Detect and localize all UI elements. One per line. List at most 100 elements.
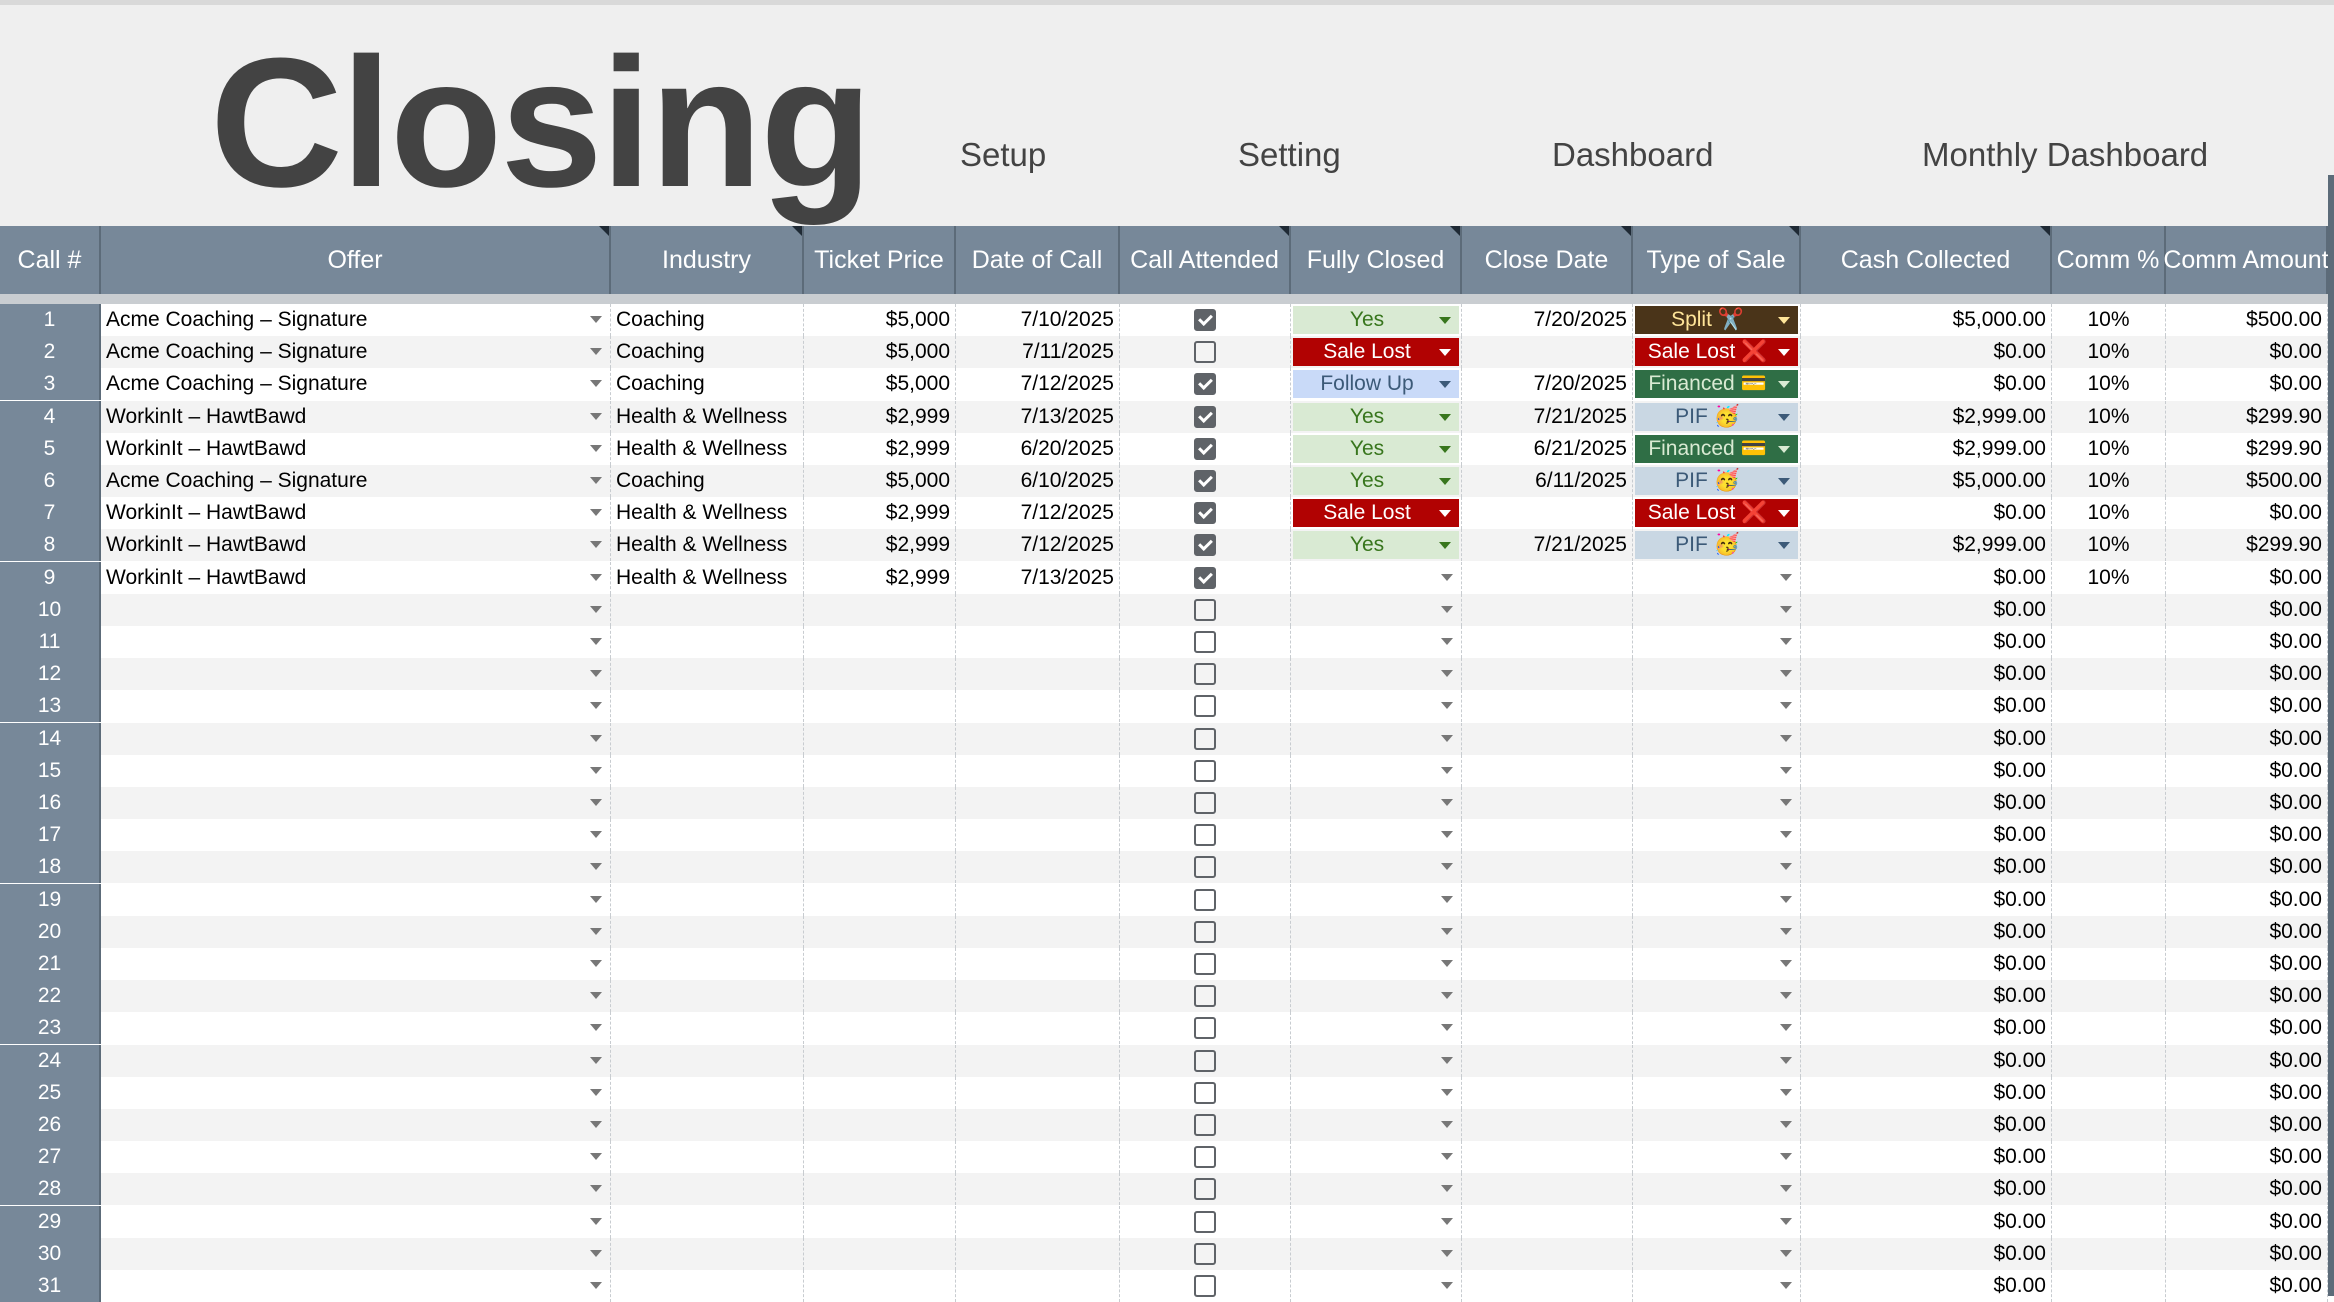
checkbox-icon[interactable] (1194, 1081, 1216, 1104)
cell-close-date[interactable] (1462, 1076, 1633, 1109)
checkbox-icon[interactable] (1194, 341, 1216, 364)
cell-fully-closed[interactable] (1291, 851, 1462, 884)
cell-industry[interactable]: Coaching (611, 336, 804, 369)
cell-call-attended[interactable] (1120, 980, 1291, 1013)
dropdown-arrow-icon[interactable] (590, 992, 602, 1000)
dropdown-arrow-icon[interactable] (590, 444, 602, 452)
cell-industry[interactable] (611, 948, 804, 980)
cell-fully-closed[interactable] (1291, 948, 1462, 980)
dropdown-arrow-icon[interactable] (1439, 445, 1451, 453)
cell-close-date[interactable] (1462, 851, 1633, 884)
cell-ticket-price[interactable] (804, 948, 956, 980)
cell-date-of-call[interactable] (956, 722, 1120, 755)
dropdown-arrow-icon[interactable] (590, 799, 602, 806)
cell-fully-closed[interactable] (1291, 1173, 1462, 1206)
cell-date-of-call[interactable]: 7/12/2025 (956, 529, 1120, 562)
cell-cash-collected[interactable]: $0.00 (1801, 626, 2052, 658)
cell-close-date[interactable] (1462, 1141, 1633, 1174)
col-header-fully-closed[interactable]: Fully Closed (1291, 226, 1462, 294)
cell-offer[interactable] (101, 915, 611, 948)
cell-cash-collected[interactable]: $0.00 (1801, 1044, 2052, 1077)
checkbox-icon[interactable] (1194, 985, 1216, 1008)
dropdown-arrow-icon[interactable] (1780, 670, 1792, 678)
cell-cash-collected[interactable]: $0.00 (1801, 497, 2052, 530)
dropdown-arrow-icon[interactable] (590, 1249, 602, 1257)
cell-call-attended[interactable] (1120, 948, 1291, 980)
cell-cash-collected[interactable]: $2,999.00 (1801, 432, 2052, 465)
cell-ticket-price[interactable]: $2,999 (804, 400, 956, 433)
cell-date-of-call[interactable] (956, 1044, 1120, 1077)
cell-offer[interactable] (101, 722, 611, 755)
cell-close-date[interactable] (1462, 1270, 1633, 1302)
cell-comm-percent[interactable]: 10% (2052, 561, 2166, 594)
status-chip[interactable]: PIF 🥳 (1635, 531, 1798, 560)
cell-comm-percent[interactable] (2052, 787, 2166, 819)
checkbox-icon[interactable] (1194, 759, 1216, 782)
dropdown-arrow-icon[interactable] (1780, 734, 1792, 742)
cell-type-of-sale[interactable] (1633, 1044, 1801, 1077)
cell-comm-amount[interactable]: $299.90 (2166, 529, 2328, 562)
cell-industry[interactable] (611, 1205, 804, 1238)
cell-type-of-sale[interactable] (1633, 1237, 1801, 1270)
cell-call-attended[interactable] (1120, 497, 1291, 530)
cell-date-of-call[interactable] (956, 819, 1120, 852)
cell-cash-collected[interactable]: $0.00 (1801, 658, 2052, 691)
cell-type-of-sale[interactable] (1633, 1173, 1801, 1206)
cell-date-of-call[interactable] (956, 915, 1120, 948)
cell-comm-percent[interactable] (2052, 1141, 2166, 1174)
dropdown-arrow-icon[interactable] (1441, 927, 1453, 935)
cell-offer[interactable]: Acme Coaching – Signature (101, 304, 611, 336)
status-chip[interactable]: Sale Lost ❌ (1635, 338, 1798, 367)
cell-industry[interactable] (611, 1141, 804, 1174)
checkbox-icon[interactable] (1194, 1242, 1216, 1265)
dropdown-arrow-icon[interactable] (1780, 1249, 1792, 1257)
cell-ticket-price[interactable] (804, 1109, 956, 1141)
cell-type-of-sale[interactable] (1633, 980, 1801, 1013)
cell-fully-closed[interactable]: Yes (1291, 465, 1462, 497)
dropdown-arrow-icon[interactable] (1439, 510, 1451, 518)
checkbox-icon[interactable] (1194, 1210, 1216, 1233)
cell-cash-collected[interactable]: $0.00 (1801, 368, 2052, 401)
dropdown-arrow-icon[interactable] (1441, 1153, 1453, 1161)
cell-call-attended[interactable] (1120, 658, 1291, 691)
cell-type-of-sale[interactable] (1633, 819, 1801, 852)
dropdown-arrow-icon[interactable] (590, 412, 602, 420)
dropdown-arrow-icon[interactable] (1778, 478, 1790, 485)
dropdown-arrow-icon[interactable] (590, 734, 602, 742)
dropdown-arrow-icon[interactable] (1441, 1282, 1453, 1289)
dropdown-arrow-icon[interactable] (590, 702, 602, 710)
cell-close-date[interactable] (1462, 1205, 1633, 1238)
dropdown-arrow-icon[interactable] (1439, 478, 1451, 485)
dropdown-arrow-icon[interactable] (1780, 1088, 1792, 1096)
cell-cash-collected[interactable]: $0.00 (1801, 1237, 2052, 1270)
dropdown-arrow-icon[interactable] (590, 1121, 602, 1128)
cell-type-of-sale[interactable] (1633, 1205, 1801, 1238)
cell-cash-collected[interactable]: $0.00 (1801, 787, 2052, 819)
col-header-call-number[interactable]: Call # (0, 226, 101, 294)
cell-fully-closed[interactable]: Follow Up (1291, 368, 1462, 401)
cell-call-attended[interactable] (1120, 851, 1291, 884)
cell-cash-collected[interactable]: $0.00 (1801, 915, 2052, 948)
cell-ticket-price[interactable] (804, 1044, 956, 1077)
cell-ticket-price[interactable] (804, 980, 956, 1013)
checkbox-checked-icon[interactable] (1194, 405, 1216, 428)
cell-close-date[interactable] (1462, 722, 1633, 755)
dropdown-arrow-icon[interactable] (590, 509, 602, 517)
status-chip[interactable]: Yes (1293, 402, 1459, 431)
cell-call-attended[interactable] (1120, 1076, 1291, 1109)
dropdown-arrow-icon[interactable] (1780, 1153, 1792, 1161)
cell-fully-closed[interactable] (1291, 1076, 1462, 1109)
dropdown-arrow-icon[interactable] (1439, 381, 1451, 389)
cell-comm-amount[interactable]: $500.00 (2166, 304, 2328, 336)
cell-date-of-call[interactable] (956, 948, 1120, 980)
cell-comm-percent[interactable] (2052, 1044, 2166, 1077)
cell-call-attended[interactable] (1120, 400, 1291, 433)
cell-close-date[interactable] (1462, 754, 1633, 787)
cell-comm-percent[interactable] (2052, 980, 2166, 1013)
cell-type-of-sale[interactable]: PIF 🥳 (1633, 400, 1801, 433)
cell-comm-amount[interactable]: $0.00 (2166, 883, 2328, 916)
cell-call-attended[interactable] (1120, 787, 1291, 819)
checkbox-checked-icon[interactable] (1194, 566, 1216, 589)
cell-close-date[interactable] (1462, 593, 1633, 626)
cell-comm-percent[interactable] (2052, 1012, 2166, 1045)
